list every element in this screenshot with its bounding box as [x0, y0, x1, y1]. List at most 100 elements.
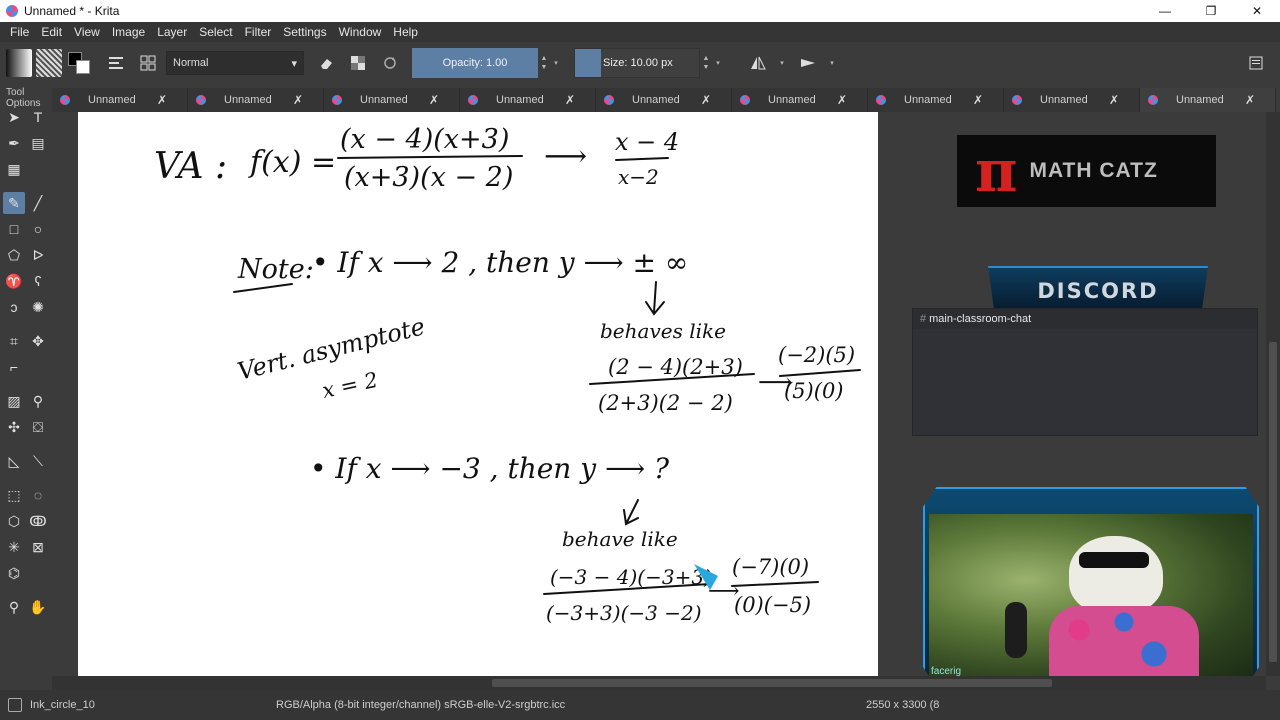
tab-document-1[interactable]: Unnamed ✗	[52, 88, 188, 112]
tab-close-icon[interactable]: ✗	[701, 93, 711, 107]
smart-patch-tool-icon[interactable]: ✣	[3, 416, 25, 438]
menu-help[interactable]: Help	[387, 25, 424, 39]
size-spinner[interactable]: ▲ ▼	[700, 48, 712, 78]
tab-close-icon[interactable]: ✗	[565, 93, 575, 107]
discord-banner: DISCORD	[988, 266, 1208, 314]
dynamic-brush-tool-icon[interactable]: ↄ	[3, 296, 25, 318]
tab-close-icon[interactable]: ✗	[429, 93, 439, 107]
assistant-tool-icon[interactable]: ◺	[3, 450, 25, 472]
minimize-button[interactable]: —	[1142, 0, 1188, 22]
blend-mode-select[interactable]: Normal ▾	[166, 51, 304, 75]
tab-close-icon[interactable]: ✗	[973, 93, 983, 107]
brush-presets-button[interactable]	[102, 48, 130, 78]
contiguous-select-tool-icon[interactable]: ✳	[3, 536, 25, 558]
tab-close-icon[interactable]: ✗	[837, 93, 847, 107]
tab-document-5[interactable]: Unnamed ✗	[596, 88, 732, 112]
line-tool-icon[interactable]: ╱	[27, 192, 49, 214]
tab-document-3[interactable]: Unnamed ✗	[324, 88, 460, 112]
horizontal-scroll-thumb[interactable]	[492, 679, 1052, 687]
pan-tool-icon[interactable]: ✋	[27, 596, 49, 618]
menu-edit[interactable]: Edit	[35, 25, 68, 39]
tab-close-icon[interactable]: ✗	[293, 93, 303, 107]
menu-filter[interactable]: Filter	[239, 25, 278, 39]
menu-layer[interactable]: Layer	[151, 25, 193, 39]
tab-label: Unnamed	[224, 94, 272, 106]
document-tab-icon	[60, 95, 70, 105]
preserve-alpha-button[interactable]	[344, 48, 372, 78]
size-slider[interactable]: Size: 10.00 px	[574, 48, 700, 78]
ellipse-tool-icon[interactable]: ○	[27, 218, 49, 240]
polygon-select-tool-icon[interactable]: ⬡	[3, 510, 25, 532]
tab-close-icon[interactable]: ✗	[157, 93, 167, 107]
fill-tool-icon[interactable]: ⛋	[27, 416, 49, 438]
rectangle-tool-icon[interactable]: □	[3, 218, 25, 240]
polygon-tool-icon[interactable]: ⬠	[3, 244, 25, 266]
menu-view[interactable]: View	[68, 25, 106, 39]
bezier-tool-icon[interactable]: ♈	[3, 270, 25, 292]
tab-document-8[interactable]: Unnamed ✗	[1004, 88, 1140, 112]
docker-toggle-button[interactable]	[1242, 48, 1270, 78]
crop-tool-icon[interactable]: ⌐	[3, 356, 25, 378]
vertical-scroll-thumb[interactable]	[1269, 342, 1277, 662]
tab-label: Unnamed	[768, 94, 816, 106]
window-controls: — ❐ ✕	[1142, 0, 1280, 22]
text-tool-icon[interactable]: T	[27, 106, 49, 128]
tab-document-2[interactable]: Unnamed ✗	[188, 88, 324, 112]
vertical-asymptote-label: Vert. asymptote	[235, 312, 428, 386]
mirror-vertical-button[interactable]	[794, 48, 822, 78]
tab-close-icon[interactable]: ✗	[1109, 93, 1119, 107]
opacity-dropdown[interactable]: ▾	[550, 48, 562, 78]
mirror-vertical-dropdown[interactable]: ▾	[826, 48, 838, 78]
document-tab-icon	[1012, 95, 1022, 105]
va-label: VA :	[154, 146, 227, 187]
menu-settings[interactable]: Settings	[277, 25, 332, 39]
size-dropdown[interactable]: ▾	[712, 48, 724, 78]
eraser-mode-button[interactable]	[312, 48, 340, 78]
zoom-tool-icon[interactable]: ⚲	[3, 596, 25, 618]
pattern-selector-button[interactable]	[36, 49, 62, 77]
mirror-horizontal-button[interactable]	[744, 48, 772, 78]
ellipse-select-tool-icon[interactable]: ◌	[27, 484, 49, 506]
gradient-tool-icon[interactable]: ▨	[3, 390, 25, 412]
measure-tool-icon[interactable]: ⟍	[27, 450, 49, 472]
tab-close-icon[interactable]: ✗	[1245, 93, 1255, 107]
color-picker-tool-icon[interactable]: ⚲	[27, 390, 49, 412]
transform-tool-icon[interactable]: ⌗	[3, 330, 25, 352]
opacity-slider[interactable]: Opacity: 1.00	[412, 48, 538, 78]
close-button[interactable]: ✕	[1234, 0, 1280, 22]
brush-grid-button[interactable]	[134, 48, 162, 78]
mirror-horizontal-dropdown[interactable]: ▾	[776, 48, 788, 78]
tab-document-9[interactable]: Unnamed ✗	[1140, 88, 1276, 112]
polyline-tool-icon[interactable]: ᐅ	[27, 244, 49, 266]
rect-select-tool-icon[interactable]: ⬚	[3, 484, 25, 506]
move-tool-icon[interactable]: ✥	[27, 330, 49, 352]
pattern-edit-tool-icon[interactable]: ▦	[3, 158, 25, 180]
menu-image[interactable]: Image	[106, 25, 151, 39]
tab-document-7[interactable]: Unnamed ✗	[868, 88, 1004, 112]
canvas-page[interactable]: VA : f(x) = (x − 4)(x+3) (x+3)(x − 2) ⟶ …	[78, 112, 878, 676]
similar-select-tool-icon[interactable]: ⊠	[27, 536, 49, 558]
fraction2-numerator: x − 4	[615, 128, 679, 156]
background-color-swatch[interactable]	[76, 60, 90, 74]
tab-document-4[interactable]: Unnamed ✗	[460, 88, 596, 112]
tab-document-6[interactable]: Unnamed ✗	[732, 88, 868, 112]
krita-app-icon	[6, 5, 18, 17]
freehand-path-tool-icon[interactable]: ʕ	[27, 270, 49, 292]
reload-preset-button[interactable]	[376, 48, 404, 78]
menu-file[interactable]: File	[4, 25, 35, 39]
calligraphy-tool-icon[interactable]: ▤	[27, 132, 49, 154]
vertical-scrollbar[interactable]	[1266, 112, 1280, 676]
freehand-brush-tool-icon[interactable]: ✎	[3, 192, 25, 214]
menu-select[interactable]: Select	[193, 25, 238, 39]
multibrush-tool-icon[interactable]: ✺	[27, 296, 49, 318]
opacity-spinner[interactable]: ▲ ▼	[538, 48, 550, 78]
menu-window[interactable]: Window	[333, 25, 388, 39]
restore-button[interactable]: ❐	[1188, 0, 1234, 22]
gradient-selector-button[interactable]	[6, 49, 32, 77]
freehand-select-tool-icon[interactable]: ↂ	[27, 510, 49, 532]
color-selector[interactable]	[66, 48, 94, 78]
edit-shapes-tool-icon[interactable]: ✒	[3, 132, 25, 154]
select-shapes-tool-icon[interactable]: ➤	[3, 106, 25, 128]
horizontal-scrollbar[interactable]	[52, 676, 1266, 690]
bezier-select-tool-icon[interactable]: ⌬	[3, 562, 25, 584]
